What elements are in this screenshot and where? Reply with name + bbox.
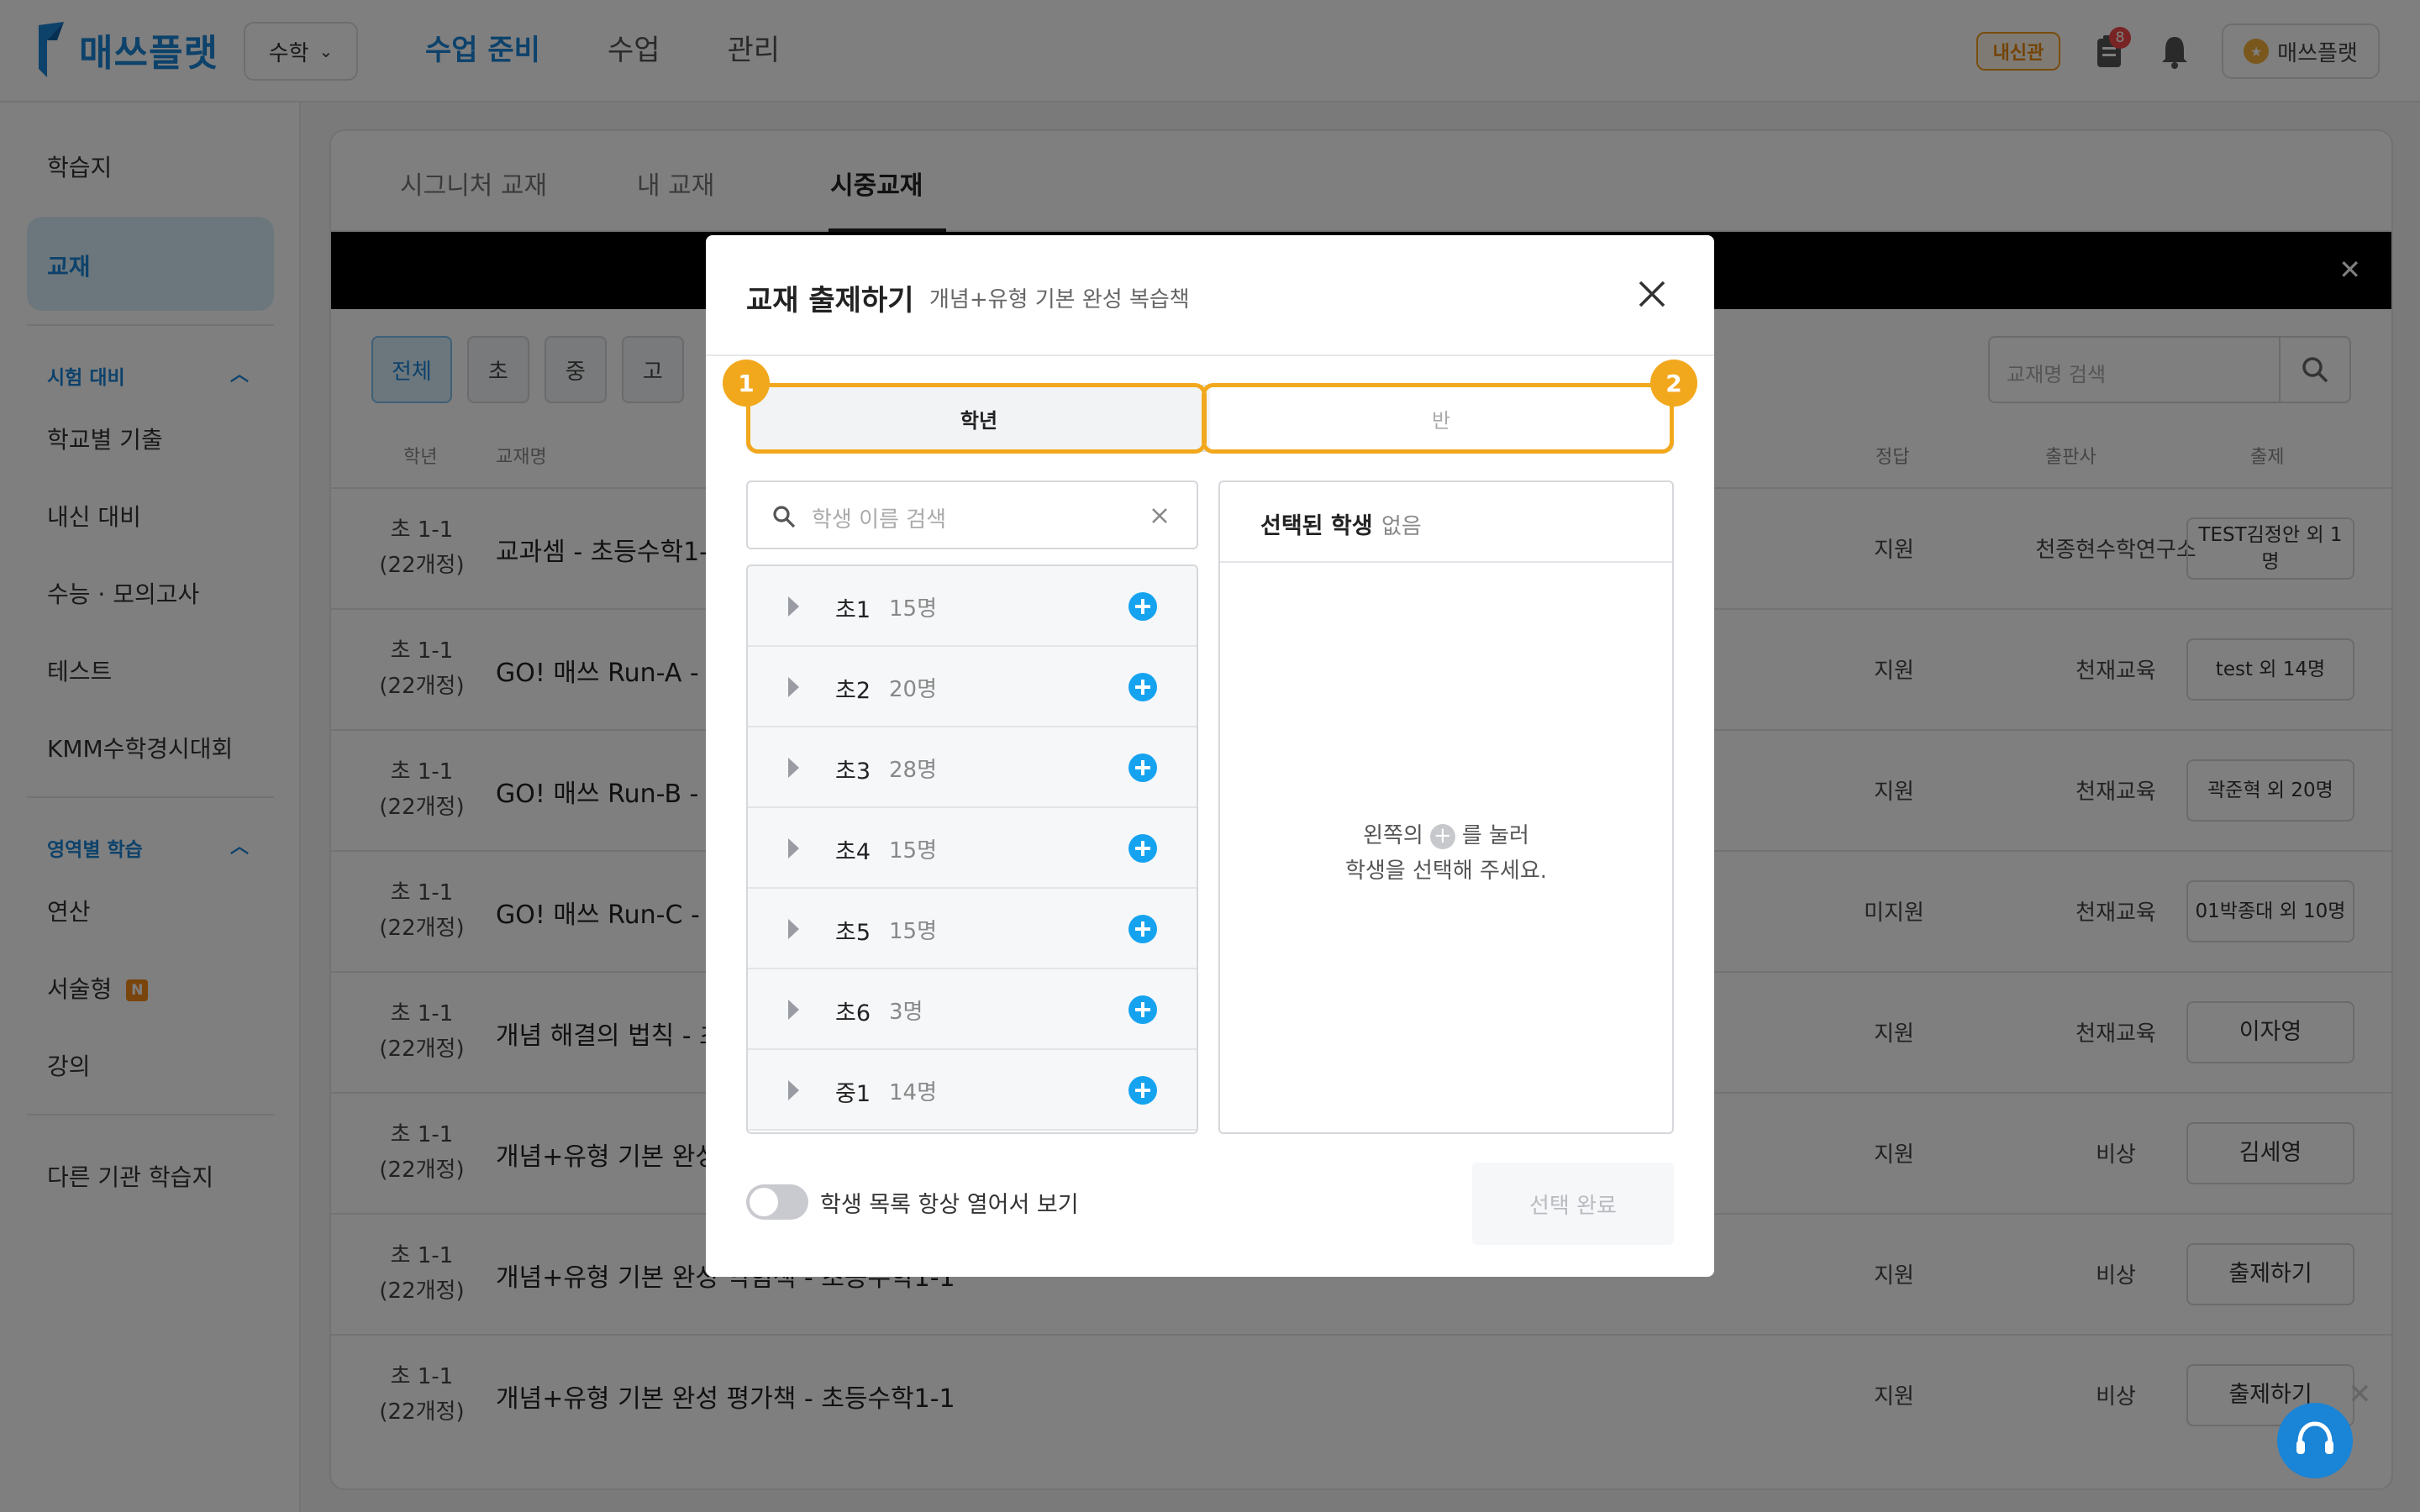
selected-students-panel: 선택된 학생 없음 왼쪽의 + 를 눌러 학생을 선택해 주세요. xyxy=(1218,480,1674,1134)
expand-arrow-icon[interactable] xyxy=(788,677,799,697)
grade-count: 3명 xyxy=(889,1000,923,1025)
grade-count: 15명 xyxy=(889,596,938,622)
highlight-box-1 xyxy=(746,383,1207,454)
student-search-placeholder: 학생 이름 검색 xyxy=(812,507,947,533)
select-done-button[interactable]: 선택 완료 xyxy=(1472,1163,1674,1245)
assign-textbook-modal: 교재 출제하기 개념+유형 기본 완성 복습책 학년 반 1 2 학생 이름 검… xyxy=(706,235,1714,1277)
expand-arrow-icon[interactable] xyxy=(788,758,799,778)
modal-title: 교재 출제하기 xyxy=(746,284,914,318)
list-item[interactable]: 초1 15명 xyxy=(748,566,1197,647)
search-icon xyxy=(773,506,796,528)
clear-icon[interactable] xyxy=(1148,504,1171,528)
list-item[interactable]: 초5 15명 xyxy=(748,889,1197,969)
expand-arrow-icon[interactable] xyxy=(788,596,799,617)
expand-arrow-icon[interactable] xyxy=(788,919,799,939)
always-open-toggle[interactable] xyxy=(746,1184,808,1220)
grade-count: 20명 xyxy=(889,677,938,702)
highlight-box-2 xyxy=(1202,383,1674,454)
grade-name: 초6 xyxy=(835,1000,871,1026)
modal-divider xyxy=(706,354,1714,356)
grade-name: 초5 xyxy=(835,920,871,946)
grade-count: 14명 xyxy=(889,1080,938,1105)
grade-count: 15명 xyxy=(889,919,938,944)
expand-arrow-icon[interactable] xyxy=(788,838,799,858)
grade-count: 15명 xyxy=(889,838,938,864)
add-circle-icon[interactable] xyxy=(1128,1075,1158,1105)
expand-arrow-icon[interactable] xyxy=(788,1080,799,1100)
add-circle-icon[interactable] xyxy=(1128,995,1158,1025)
empty-state-message: 왼쪽의 + 를 눌러 학생을 선택해 주세요. xyxy=(1344,822,1548,884)
toggle-knob xyxy=(750,1188,778,1216)
list-item[interactable]: 초4 15명 xyxy=(748,808,1197,889)
close-icon[interactable]: ✕ xyxy=(2348,1378,2372,1411)
add-circle-icon[interactable] xyxy=(1128,672,1158,702)
list-item[interactable]: 초3 28명 xyxy=(748,727,1197,808)
modal-subtitle: 개념+유형 기본 완성 복습책 xyxy=(929,287,1190,312)
list-item[interactable]: 초6 3명 xyxy=(748,969,1197,1050)
grade-count: 28명 xyxy=(889,758,938,783)
expand-arrow-icon[interactable] xyxy=(788,1000,799,1020)
grade-name: 초3 xyxy=(835,759,871,785)
grade-list: 초1 15명 초2 20명 초3 28명 초4 15명 초5 15명 초6 3명… xyxy=(746,564,1198,1134)
selected-students-header: 선택된 학생 없음 xyxy=(1220,482,1672,563)
selected-students-value: 없음 xyxy=(1381,514,1422,539)
grade-name: 초4 xyxy=(835,839,871,865)
add-circle-icon[interactable] xyxy=(1128,591,1158,622)
step-marker-2: 2 xyxy=(1650,360,1697,407)
step-marker-1: 1 xyxy=(723,360,770,407)
selected-students-label: 선택된 학생 xyxy=(1260,513,1373,539)
grade-name: 초2 xyxy=(835,678,871,704)
add-circle-icon[interactable] xyxy=(1128,914,1158,944)
student-search-input[interactable]: 학생 이름 검색 xyxy=(746,480,1198,549)
list-item[interactable]: 중1 14명 xyxy=(748,1050,1197,1131)
plus-circle-icon: + xyxy=(1429,823,1455,849)
headset-icon xyxy=(2296,1421,2333,1454)
grade-name: 초1 xyxy=(835,597,871,623)
help-chat-button[interactable] xyxy=(2277,1403,2353,1478)
grade-name: 중1 xyxy=(835,1081,871,1107)
add-circle-icon[interactable] xyxy=(1128,833,1158,864)
list-item[interactable]: 초2 20명 xyxy=(748,647,1197,727)
add-circle-icon[interactable] xyxy=(1128,753,1158,783)
close-icon[interactable] xyxy=(1635,277,1669,311)
toggle-label: 학생 목록 항상 열어서 보기 xyxy=(820,1192,1079,1218)
